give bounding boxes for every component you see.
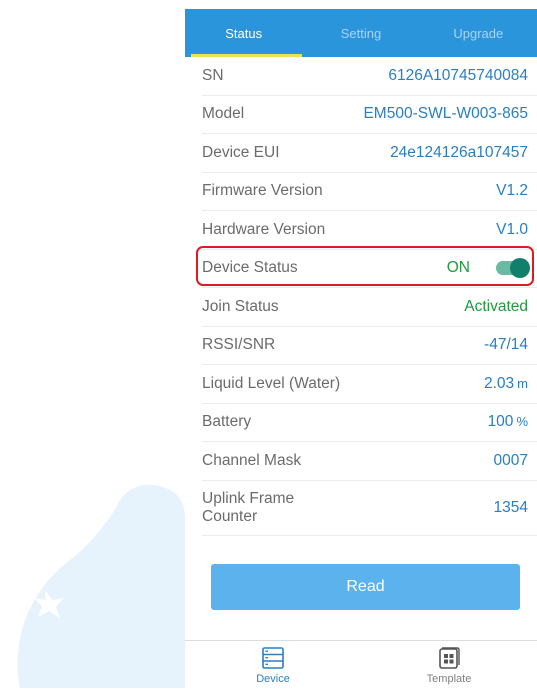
battery-value: 100 <box>487 413 514 431</box>
channel-mask-value: 0007 <box>493 451 528 469</box>
device-status-panel: Status Setting Upgrade SN 6126A107457400… <box>185 9 537 688</box>
row-firmware-version: Firmware Version V1.2 <box>202 173 537 211</box>
row-sn: SN 6126A10745740084 <box>202 57 537 96</box>
join-status-value: Activated <box>464 297 528 315</box>
firmware-version-value: V1.2 <box>496 182 528 200</box>
nav-template[interactable]: Template <box>361 641 537 689</box>
join-status-label: Join Status <box>202 297 279 315</box>
uplink-label-line1: Uplink Frame <box>202 489 295 507</box>
battery-unit: % <box>516 414 528 430</box>
device-eui-label: Device EUI <box>202 143 280 161</box>
device-status-toggle[interactable] <box>496 258 530 279</box>
sn-label: SN <box>202 66 224 84</box>
status-list: SN 6126A10745740084 Model EM500-SWL-W003… <box>185 57 537 536</box>
nav-device[interactable]: Device <box>185 641 361 689</box>
tab-setting[interactable]: Setting <box>302 9 419 57</box>
device-status-label: Device Status <box>202 259 298 277</box>
liquid-level-value: 2.03 <box>483 374 515 392</box>
firmware-version-label: Firmware Version <box>202 182 323 200</box>
row-device-eui: Device EUI 24e124126a107457 <box>202 134 537 173</box>
battery-value-group: 100% <box>488 413 528 431</box>
row-model: Model EM500-SWL-W003-865 <box>202 96 537 134</box>
device-status-value: ON <box>446 259 470 277</box>
liquid-level-unit: m <box>517 375 528 391</box>
channel-mask-label: Channel Mask <box>202 451 302 469</box>
nav-device-label: Device <box>256 672 290 685</box>
row-liquid-level: Liquid Level (Water) 2.03 m <box>202 365 537 404</box>
model-label: Model <box>202 105 245 123</box>
uplink-frame-counter-label: Uplink Frame Counter <box>202 490 294 526</box>
row-uplink-frame-counter: Uplink Frame Counter 1354 <box>202 481 537 536</box>
hardware-version-value: V1.0 <box>496 220 528 238</box>
template-icon <box>439 646 460 669</box>
row-rssi-snr: RSSI/SNR -47/14 <box>202 327 537 365</box>
read-button[interactable]: Read <box>211 564 520 610</box>
liquid-level-value-group: 2.03 m <box>484 375 528 393</box>
nav-template-label: Template <box>426 672 472 685</box>
battery-label: Battery <box>202 413 252 431</box>
row-device-status: Device Status ON <box>202 250 537 288</box>
device-list-icon <box>262 646 284 669</box>
hardware-version-label: Hardware Version <box>202 220 326 238</box>
liquid-level-label: Liquid Level (Water) <box>202 374 341 392</box>
row-channel-mask: Channel Mask 0007 <box>202 442 537 481</box>
uplink-label-line2: Counter <box>202 507 258 525</box>
top-tab-bar: Status Setting Upgrade <box>185 9 537 57</box>
model-value: EM500-SWL-W003-865 <box>363 105 528 123</box>
tab-status[interactable]: Status <box>185 9 303 57</box>
tab-upgrade[interactable]: Upgrade <box>420 9 537 57</box>
toggle-knob <box>510 258 530 279</box>
bottom-navigation: Device Template <box>185 640 537 689</box>
rssi-snr-value: -47/14 <box>484 336 528 354</box>
rssi-snr-label: RSSI/SNR <box>202 336 276 354</box>
device-eui-value: 24e124126a107457 <box>390 143 528 161</box>
uplink-frame-counter-value: 1354 <box>493 498 528 516</box>
device-status-control: ON <box>446 258 530 279</box>
row-join-status: Join Status Activated <box>202 288 537 327</box>
sn-value: 6126A10745740084 <box>388 66 528 84</box>
row-hardware-version: Hardware Version V1.0 <box>202 211 537 250</box>
row-battery: Battery 100% <box>202 404 537 442</box>
